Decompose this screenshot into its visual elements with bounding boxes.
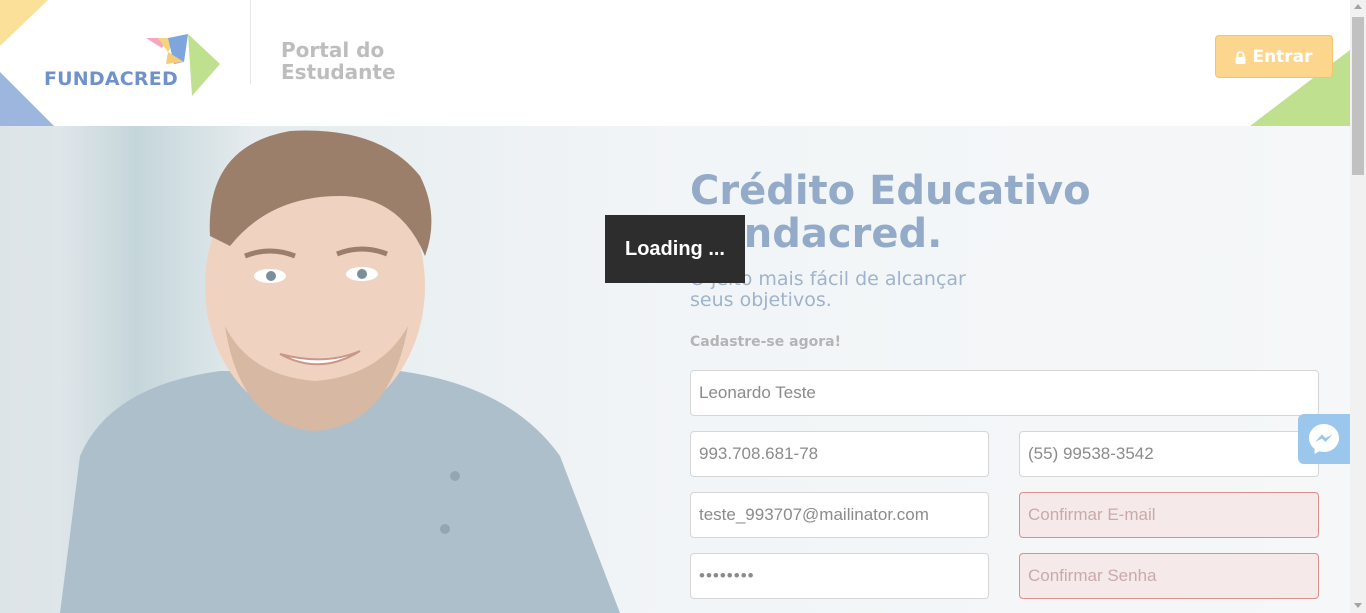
scrollbar-thumb[interactable] xyxy=(1352,17,1364,175)
confirm-password-input[interactable]: Confirmar Senha xyxy=(1019,553,1319,599)
messenger-icon xyxy=(1309,424,1339,454)
name-input[interactable]: Leonardo Teste xyxy=(690,370,1319,416)
hero-headline-line1: Crédito Educativo xyxy=(690,168,1091,214)
header-divider xyxy=(250,0,251,84)
scroll-up-icon[interactable] xyxy=(1354,4,1362,9)
email-input[interactable]: teste_993707@mailinator.com xyxy=(690,492,989,538)
hero-headline: Crédito Educativo Fundacred. xyxy=(690,170,1091,256)
hero-headline-line2: Fundacred. xyxy=(690,211,943,257)
portal-title-line1: Portal do xyxy=(281,38,385,62)
hero-subline-line2: seus objetivos. xyxy=(690,289,832,311)
loading-overlay: Loading ... xyxy=(605,215,745,283)
password-input[interactable]: •••••••• xyxy=(690,553,989,599)
logo-text: FUNDACRED xyxy=(44,68,178,90)
confirm-email-input[interactable]: Confirmar E-mail xyxy=(1019,492,1319,538)
cpf-input[interactable]: 993.708.681-78 xyxy=(690,431,989,477)
student-photo xyxy=(60,130,620,613)
fundacred-logo[interactable]: FUNDACRED xyxy=(44,34,224,96)
scroll-down-icon[interactable] xyxy=(1354,603,1362,608)
portal-title-line2: Estudante xyxy=(281,60,396,84)
login-button-label: Entrar xyxy=(1252,46,1313,67)
messenger-button[interactable] xyxy=(1298,414,1350,464)
signup-cta: Cadastre-se agora! xyxy=(690,334,841,350)
portal-title: Portal do Estudante xyxy=(281,39,396,83)
site-header: FUNDACRED Portal do Estudante Entrar xyxy=(0,0,1350,126)
corner-decoration-top-left xyxy=(0,0,48,46)
phone-input[interactable]: (55) 99538-3542 xyxy=(1019,431,1319,477)
lock-icon xyxy=(1235,51,1246,64)
login-button[interactable]: Entrar xyxy=(1215,35,1333,78)
